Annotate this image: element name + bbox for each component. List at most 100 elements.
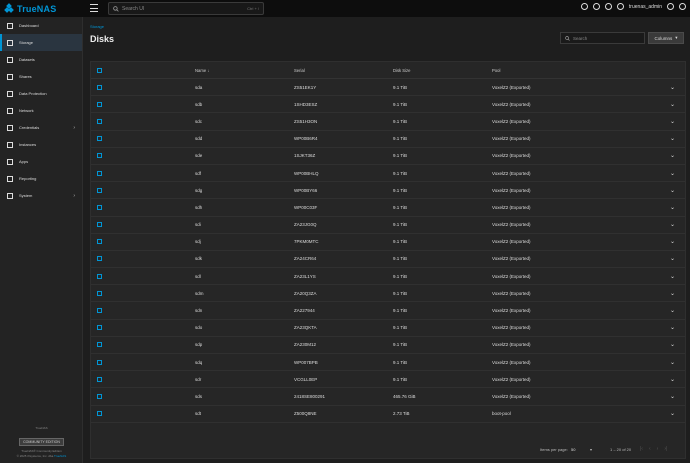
sidebar-item-data-protection[interactable]: Data Protection bbox=[0, 85, 82, 102]
row-checkbox[interactable] bbox=[97, 308, 102, 314]
row-checkbox[interactable] bbox=[97, 187, 102, 193]
account-icon[interactable] bbox=[667, 3, 674, 10]
table-row[interactable]: sdm ZA20Q3ZA 9.1 TiB VoxelZ2 (Exported) ⌄ bbox=[91, 285, 685, 303]
table-row[interactable]: sdr VCGLL0EP 9.1 TiB VoxelZ2 (Exported) ⌄ bbox=[91, 371, 685, 389]
expand-chevron-icon[interactable]: ⌄ bbox=[670, 221, 675, 228]
header-serial[interactable]: Serial bbox=[294, 68, 305, 73]
row-checkbox[interactable] bbox=[97, 118, 102, 124]
last-page-icon[interactable]: ›| bbox=[664, 446, 667, 452]
table-row[interactable]: sdb 1SHD3ESZ 9.1 TiB VoxelZ2 (Exported) ⌄ bbox=[91, 96, 685, 114]
sidebar-item-dashboard[interactable]: Dashboard bbox=[0, 17, 82, 34]
table-row[interactable]: sda ZS51EK1Y 9.1 TiB VoxelZ2 (Exported) ⌄ bbox=[91, 79, 685, 97]
table-row[interactable]: sdl ZA23L1YS 9.1 TiB VoxelZ2 (Exported) ⌄ bbox=[91, 268, 685, 286]
sidebar-item-shares[interactable]: Shares bbox=[0, 68, 82, 85]
columns-button[interactable]: Columns ▾ bbox=[648, 32, 684, 44]
sidebar-item-datasets[interactable]: Datasets bbox=[0, 51, 82, 68]
expand-chevron-icon[interactable]: ⌄ bbox=[670, 238, 675, 245]
row-checkbox[interactable] bbox=[97, 136, 102, 142]
row-checkbox[interactable] bbox=[97, 256, 102, 262]
username-label[interactable]: truenas_admin bbox=[629, 4, 662, 10]
table-row[interactable]: sdo ZA23QKTA 9.1 TiB VoxelZ2 (Exported) ⌄ bbox=[91, 320, 685, 337]
table-row[interactable]: sdk ZA24CR64 9.1 TiB VoxelZ2 (Exported) ⌄ bbox=[91, 251, 685, 269]
row-checkbox[interactable] bbox=[97, 359, 102, 365]
truenas-logo[interactable]: TrueNAS bbox=[0, 0, 80, 17]
table-row[interactable]: sdg WP00BY66 9.1 TiB VoxelZ2 (Exported) ⌄ bbox=[91, 182, 685, 200]
header-pool[interactable]: Pool bbox=[492, 68, 500, 73]
expand-chevron-icon[interactable]: ⌄ bbox=[670, 290, 675, 297]
table-row[interactable]: sdc ZS51H3ON 9.1 TiB VoxelZ2 (Exported) ⌄ bbox=[91, 113, 685, 131]
row-checkbox[interactable] bbox=[97, 170, 102, 176]
disk-pool: VoxelZ2 (Exported) bbox=[492, 170, 531, 176]
table-row[interactable]: sdf WP00BHLQ 9.1 TiB VoxelZ2 (Exported) ⌄ bbox=[91, 165, 685, 183]
row-checkbox[interactable] bbox=[97, 342, 102, 348]
row-checkbox[interactable] bbox=[97, 273, 102, 279]
table-row[interactable]: sde 1SJKT36Z 9.1 TiB VoxelZ2 (Exported) ⌄ bbox=[91, 148, 685, 165]
sidebar-item-apps[interactable]: Apps bbox=[0, 153, 82, 170]
expand-chevron-icon[interactable]: ⌄ bbox=[670, 101, 675, 108]
table-row[interactable]: sds 2418SE800291 465.76 GiB VoxelZ2 (Export… bbox=[91, 388, 685, 406]
sidebar-item-system[interactable]: System › bbox=[0, 187, 82, 204]
row-checkbox[interactable] bbox=[97, 393, 102, 399]
expand-chevron-icon[interactable]: ⌄ bbox=[670, 187, 675, 194]
expand-chevron-icon[interactable]: ⌄ bbox=[670, 393, 675, 400]
sidebar-item-storage[interactable]: Storage bbox=[0, 34, 82, 51]
truenas-logo-icon bbox=[4, 3, 14, 13]
sidebar-item-reporting[interactable]: Reporting bbox=[0, 170, 82, 187]
next-page-icon[interactable]: › bbox=[657, 446, 659, 452]
expand-chevron-icon[interactable]: ⌄ bbox=[670, 255, 675, 262]
expand-chevron-icon[interactable]: ⌄ bbox=[670, 273, 675, 280]
row-checkbox[interactable] bbox=[97, 153, 102, 159]
expand-chevron-icon[interactable]: ⌄ bbox=[670, 376, 675, 383]
row-checkbox[interactable] bbox=[97, 376, 102, 382]
table-row[interactable]: sdh WP00C03F 9.1 TiB VoxelZ2 (Exported) ⌄ bbox=[91, 199, 685, 217]
expand-chevron-icon[interactable]: ⌄ bbox=[670, 341, 675, 348]
table-row[interactable]: sdp ZA230M12 9.1 TiB VoxelZ2 (Exported) ⌄ bbox=[91, 337, 685, 354]
header-name[interactable]: Name ↓ bbox=[195, 68, 209, 73]
power-icon[interactable] bbox=[679, 3, 686, 10]
expand-chevron-icon[interactable]: ⌄ bbox=[670, 410, 675, 417]
table-row[interactable]: sdd WP00B6R4 9.1 TiB VoxelZ2 (Exported) ⌄ bbox=[91, 131, 685, 148]
expand-chevron-icon[interactable]: ⌄ bbox=[670, 84, 675, 91]
header-size[interactable]: Disk Size bbox=[393, 68, 410, 73]
first-page-icon[interactable]: |‹ bbox=[640, 446, 643, 452]
expand-chevron-icon[interactable]: ⌄ bbox=[670, 359, 675, 366]
menu-toggle-icon[interactable] bbox=[90, 4, 98, 12]
ix-icon[interactable] bbox=[592, 3, 600, 10]
row-checkbox[interactable] bbox=[97, 222, 102, 228]
sidebar-item-instances[interactable]: Instances bbox=[0, 136, 82, 153]
table-row[interactable]: sdi ZA23JG0Q 9.1 TiB VoxelZ2 (Exported) ⌄ bbox=[91, 217, 685, 234]
expand-chevron-icon[interactable]: ⌄ bbox=[670, 170, 675, 177]
select-all-checkbox[interactable] bbox=[97, 67, 102, 73]
expand-chevron-icon[interactable]: ⌄ bbox=[670, 152, 675, 159]
footer-link[interactable]: TrueNAS bbox=[54, 454, 66, 458]
row-checkbox[interactable] bbox=[97, 101, 102, 107]
table-row[interactable]: sdn ZA227944 9.1 TiB VoxelZ2 (Exported) ⌄ bbox=[91, 302, 685, 320]
sidebar-item-credentials[interactable]: Credentials › bbox=[0, 119, 82, 136]
jobs-icon[interactable] bbox=[604, 3, 612, 10]
expand-chevron-icon[interactable]: ⌄ bbox=[670, 324, 675, 331]
disk-pool: VoxelZ2 (Exported) bbox=[492, 118, 531, 124]
expand-chevron-icon[interactable]: ⌄ bbox=[670, 307, 675, 314]
row-checkbox[interactable] bbox=[97, 411, 102, 417]
row-checkbox[interactable] bbox=[97, 84, 102, 90]
table-row[interactable]: sdj 7PKM0MTC 9.1 TiB VoxelZ2 (Exported) ⌄ bbox=[91, 234, 685, 251]
row-checkbox[interactable] bbox=[97, 290, 102, 296]
feedback-icon[interactable] bbox=[580, 3, 588, 10]
global-search-input[interactable]: Search UI Ctrl + / bbox=[108, 2, 264, 15]
sidebar-item-network[interactable]: Network bbox=[0, 102, 82, 119]
items-per-page-select[interactable]: 50 bbox=[571, 447, 575, 452]
expand-chevron-icon[interactable]: ⌄ bbox=[670, 135, 675, 142]
disk-serial: ZA23QKTA bbox=[294, 325, 317, 331]
expand-chevron-icon[interactable]: ⌄ bbox=[670, 204, 675, 211]
prev-page-icon[interactable]: ‹ bbox=[649, 446, 651, 452]
expand-chevron-icon[interactable]: ⌄ bbox=[670, 118, 675, 125]
notifications-icon[interactable] bbox=[616, 3, 624, 10]
row-checkbox[interactable] bbox=[97, 239, 102, 245]
table-row[interactable]: sdt Z500Q8NE 2.73 TiB boot-pool ⌄ bbox=[91, 406, 685, 423]
row-checkbox[interactable] bbox=[97, 325, 102, 331]
caret-down-icon[interactable]: ▾ bbox=[590, 447, 592, 452]
row-checkbox[interactable] bbox=[97, 204, 102, 210]
breadcrumb[interactable]: Storage bbox=[90, 24, 104, 29]
table-row[interactable]: sdq WP007BPB 9.1 TiB VoxelZ2 (Exported) ⌄ bbox=[91, 354, 685, 372]
disk-search-input[interactable]: Search bbox=[560, 32, 645, 44]
